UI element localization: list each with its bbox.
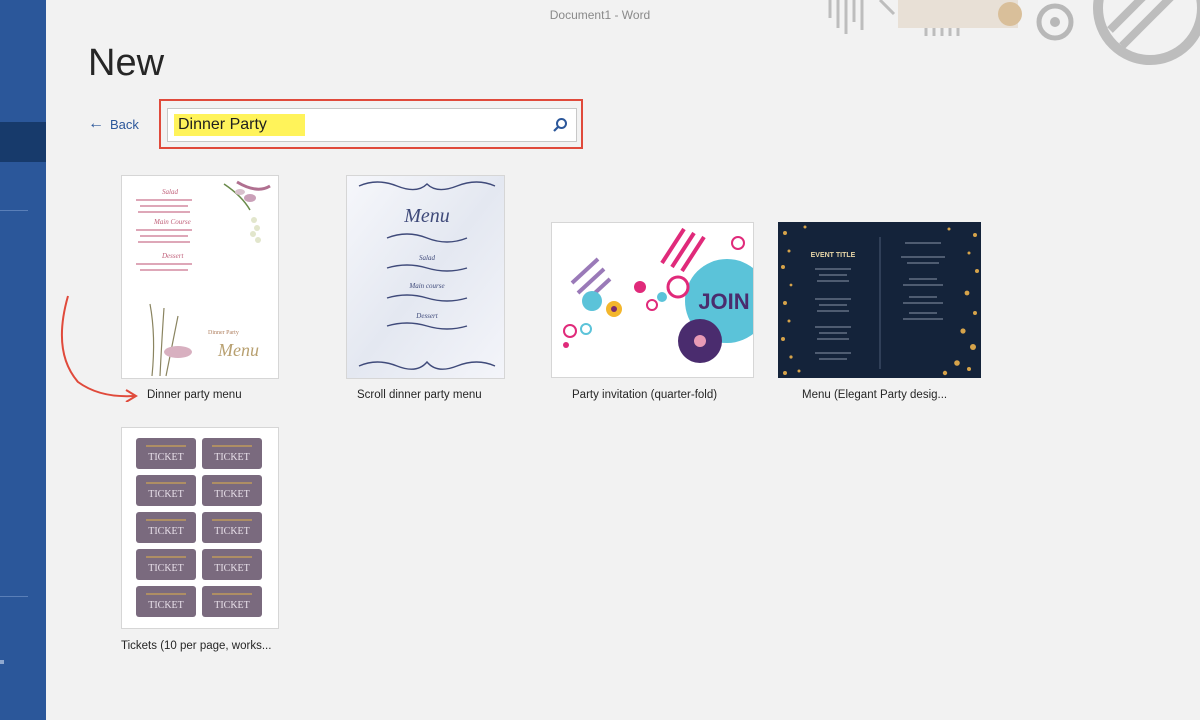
- preview-text: Menu: [217, 340, 259, 360]
- ticket-text: TICKET: [214, 526, 250, 537]
- ticket-text: TICKET: [214, 489, 250, 500]
- template-thumbnail: Menu Salad Main course Dessert: [346, 175, 505, 379]
- preview-text: Main Course: [153, 218, 191, 226]
- page-title: New: [88, 42, 165, 84]
- callout-arrow: [60, 295, 138, 402]
- template-label: Dinner party menu: [147, 389, 242, 401]
- preview-text: Salad: [162, 188, 178, 196]
- ticket-text: TICKET: [148, 452, 184, 463]
- search-box: [167, 108, 577, 142]
- arrow-left-icon: ←: [88, 115, 104, 132]
- ticket-text: TICKET: [214, 600, 250, 611]
- backstage-sidebar: [0, 0, 46, 720]
- template-thumbnail: JOIN: [551, 222, 754, 378]
- ticket-text: TICKET: [148, 563, 184, 574]
- sidebar-divider: [0, 596, 28, 597]
- sidebar-item-new[interactable]: [0, 122, 46, 162]
- preview-text: EVENT TITLE: [811, 252, 856, 259]
- template-thumbnail: EVENT TITLE: [778, 222, 981, 378]
- back-label: Back: [110, 116, 139, 132]
- ticket-text: TICKET: [148, 526, 184, 537]
- template-label: Party invitation (quarter-fold): [572, 389, 718, 401]
- template-preview-image: TICKET TICKET TICKET TICKET TICKET TICKET TICK…: [136, 438, 262, 617]
- preview-text: Salad: [419, 254, 435, 262]
- back-button[interactable]: ← Back: [88, 116, 139, 132]
- template-preview-image: JOIN: [563, 227, 753, 363]
- sidebar-divider: [0, 210, 28, 211]
- header-decoration: [820, 0, 1200, 70]
- template-thumbnail: TICKET TICKET TICKET TICKET TICKET TICKET TICK…: [121, 427, 279, 629]
- ticket-text: TICKET: [148, 600, 184, 611]
- sidebar-marker: [0, 660, 4, 664]
- ticket-text: TICKET: [214, 563, 250, 574]
- template-label: Scroll dinner party menu: [357, 389, 482, 401]
- preview-text: JOIN: [698, 289, 749, 314]
- preview-text: Main course: [408, 282, 444, 290]
- template-label: Menu (Elegant Party desig...: [802, 389, 948, 401]
- search-input[interactable]: [174, 114, 305, 136]
- template-preview-image: Menu Salad Main course Dessert: [347, 176, 504, 378]
- preview-text: Dessert: [415, 312, 438, 320]
- template-preview-image: EVENT TITLE: [779, 223, 980, 377]
- ticket-text: TICKET: [148, 489, 184, 500]
- preview-text: Dessert: [161, 252, 184, 260]
- preview-text: Dinner Party: [208, 330, 239, 336]
- template-label: Tickets (10 per page, works...: [121, 640, 272, 652]
- ticket-text: TICKET: [214, 452, 250, 463]
- preview-text: Menu: [403, 205, 450, 227]
- search-icon[interactable]: [552, 117, 568, 133]
